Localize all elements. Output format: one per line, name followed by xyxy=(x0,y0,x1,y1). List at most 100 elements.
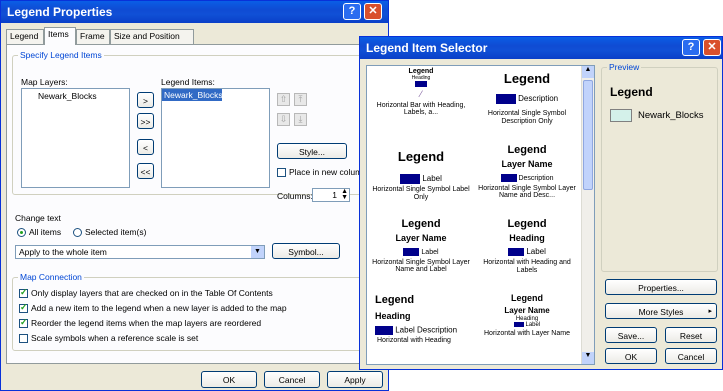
title-bar[interactable]: Legend Item Selector ? ✕ xyxy=(360,37,722,59)
apply-button[interactable]: Apply xyxy=(327,371,383,388)
change-text-label: Change text xyxy=(15,213,61,223)
swatch-title: Legend xyxy=(401,218,441,230)
columns-label: Columns: xyxy=(277,191,313,201)
apply-to-value: Apply to the whole item xyxy=(19,247,107,257)
symbol-button[interactable]: Symbol... xyxy=(272,243,340,259)
style-item[interactable]: Legend Layer Name Description Horizontal… xyxy=(475,142,579,214)
dropdown-arrow-icon: ▸ xyxy=(708,308,712,315)
move-right-button[interactable]: > xyxy=(137,92,154,108)
list-item[interactable]: Newark_Blocks xyxy=(22,89,129,103)
swatch-label: Description xyxy=(518,174,554,182)
swatch-label: Description xyxy=(518,94,559,104)
swatch-label: Label xyxy=(525,322,541,329)
tab-legend[interactable]: Legend xyxy=(6,29,44,44)
style-item[interactable]: Legend Layer Name Label Horizontal Singl… xyxy=(371,218,471,290)
swatch-layer-name: Layer Name xyxy=(504,305,550,315)
style-item[interactable]: Legend Heading Label Horizontal with Hea… xyxy=(475,218,579,290)
help-icon[interactable]: ? xyxy=(682,39,700,56)
move-top-icon[interactable]: ⤒ xyxy=(294,93,307,106)
swatch-row: Label Description xyxy=(375,326,471,335)
close-icon[interactable]: ✕ xyxy=(364,3,382,20)
map-layers-list[interactable]: Newark_Blocks xyxy=(21,88,130,188)
swatch-caption: Horizontal with Layer Name xyxy=(484,329,570,337)
items-tab-panel: Specify Legend Items Map Layers: Newark_… xyxy=(6,44,384,364)
tab-size-position[interactable]: Size and Position xyxy=(110,29,194,44)
all-items-radio[interactable] xyxy=(17,228,26,237)
move-left-button[interactable]: < xyxy=(137,139,154,155)
preview-item-label: Newark_Blocks xyxy=(638,110,704,121)
swatch-row: Label xyxy=(475,247,579,257)
only-display-checkbox[interactable] xyxy=(19,287,28,298)
cancel-button[interactable]: Cancel xyxy=(665,348,717,364)
help-icon[interactable]: ? xyxy=(343,3,361,20)
close-icon[interactable]: ✕ xyxy=(703,39,721,56)
gallery-scrollbar[interactable]: ▲ ▼ xyxy=(581,66,594,364)
all-items-label: All items xyxy=(29,227,62,237)
apply-to-dropdown[interactable]: Apply to the whole item ▼ xyxy=(15,245,265,259)
save-button[interactable]: Save... xyxy=(605,327,657,343)
style-button[interactable]: Style... xyxy=(277,143,347,159)
style-item[interactable]: Legend Description Horizontal Single Sym… xyxy=(475,68,579,136)
swatch-title: Legend xyxy=(510,293,543,303)
scroll-up-icon[interactable]: ▲ xyxy=(582,66,594,78)
dialog-title: Legend Item Selector xyxy=(366,41,488,55)
cancel-button[interactable]: Cancel xyxy=(264,371,320,388)
swatch-layer-name: Layer Name xyxy=(501,159,553,170)
properties-button[interactable]: Properties... xyxy=(605,279,717,295)
swatch-row: Description xyxy=(475,173,579,183)
move-all-left-button[interactable]: << xyxy=(137,163,154,179)
ok-button[interactable]: OK xyxy=(605,348,657,364)
legend-items-list[interactable]: Newark_Blocks xyxy=(161,88,270,188)
scroll-down-icon[interactable]: ▼ xyxy=(582,352,594,364)
preview-label: Preview xyxy=(607,62,642,72)
dialog-title: Legend Properties xyxy=(7,5,113,19)
reset-button[interactable]: Reset xyxy=(665,327,717,343)
move-bottom-icon[interactable]: ⤓ xyxy=(294,113,307,126)
swatch-title: Legend xyxy=(397,149,445,164)
swatch-row: Description xyxy=(475,94,579,105)
preview-title: Legend xyxy=(610,85,653,99)
columns-spinner[interactable]: 1 ▲ ▼ xyxy=(312,188,350,202)
swatch-row: Label xyxy=(371,174,471,185)
swatch-row: Label xyxy=(475,322,579,329)
scale-symbols-checkbox[interactable] xyxy=(19,334,28,343)
add-new-item-label: Add a new item to the legend when a new … xyxy=(31,303,287,313)
scroll-thumb[interactable] xyxy=(583,80,593,190)
swatch-caption: Horizontal Single Symbol Label Only xyxy=(372,186,470,201)
tab-items[interactable]: Items xyxy=(44,27,76,45)
selected-items-label: Selected item(s) xyxy=(85,227,147,237)
place-new-column-checkbox[interactable] xyxy=(277,168,286,177)
move-down-icon[interactable]: ⇩ xyxy=(277,113,290,126)
reorder-items-label: Reorder the legend items when the map la… xyxy=(31,318,262,328)
place-new-column-label: Place in new column xyxy=(289,167,367,177)
style-gallery[interactable]: ▲ ▼ Legend Heading ⁄ Horizontal Bar with… xyxy=(366,65,595,365)
list-item[interactable]: Newark_Blocks xyxy=(162,89,223,101)
style-item[interactable]: Legend Label Horizontal Single Symbol La… xyxy=(371,142,471,214)
more-styles-button[interactable]: More Styles ▸ xyxy=(605,303,717,319)
style-item[interactable]: Legend Heading Label Description Horizon… xyxy=(371,294,471,364)
swatch-heading: Heading xyxy=(509,233,545,244)
swatch-row: Label xyxy=(371,247,471,257)
add-new-item-checkbox[interactable] xyxy=(19,302,28,313)
style-item[interactable]: Legend Layer Name Heading Label Horizont… xyxy=(475,293,579,364)
preview-patch xyxy=(610,109,632,122)
spinner-arrows-icon[interactable]: ▲ ▼ xyxy=(341,188,348,201)
swatch-caption: Horizontal Single Symbol Layer Name and … xyxy=(478,184,576,200)
swatch-label: Label xyxy=(422,174,442,184)
swatch-caption: Horizontal Single Symbol Layer Name and … xyxy=(372,258,470,274)
ok-button[interactable]: OK xyxy=(201,371,257,388)
selected-items-radio[interactable] xyxy=(73,228,82,237)
move-up-icon[interactable]: ⇧ xyxy=(277,93,290,106)
swatch-line-icon: ⁄ xyxy=(420,88,422,99)
columns-value: 1 xyxy=(332,190,337,200)
move-all-right-button[interactable]: >> xyxy=(137,113,154,129)
style-item[interactable]: Legend Heading ⁄ Horizontal Bar with Hea… xyxy=(371,68,471,136)
scale-symbols-label: Scale symbols when a reference scale is … xyxy=(31,333,199,343)
map-connection-label: Map Connection xyxy=(18,272,84,282)
chevron-down-icon[interactable]: ▼ xyxy=(251,246,264,258)
reorder-items-checkbox[interactable] xyxy=(19,317,28,328)
title-bar[interactable]: Legend Properties ? ✕ xyxy=(1,1,388,23)
swatch-label: Label xyxy=(526,247,546,257)
tab-frame[interactable]: Frame xyxy=(76,29,110,44)
swatch-title: Legend xyxy=(507,144,547,156)
